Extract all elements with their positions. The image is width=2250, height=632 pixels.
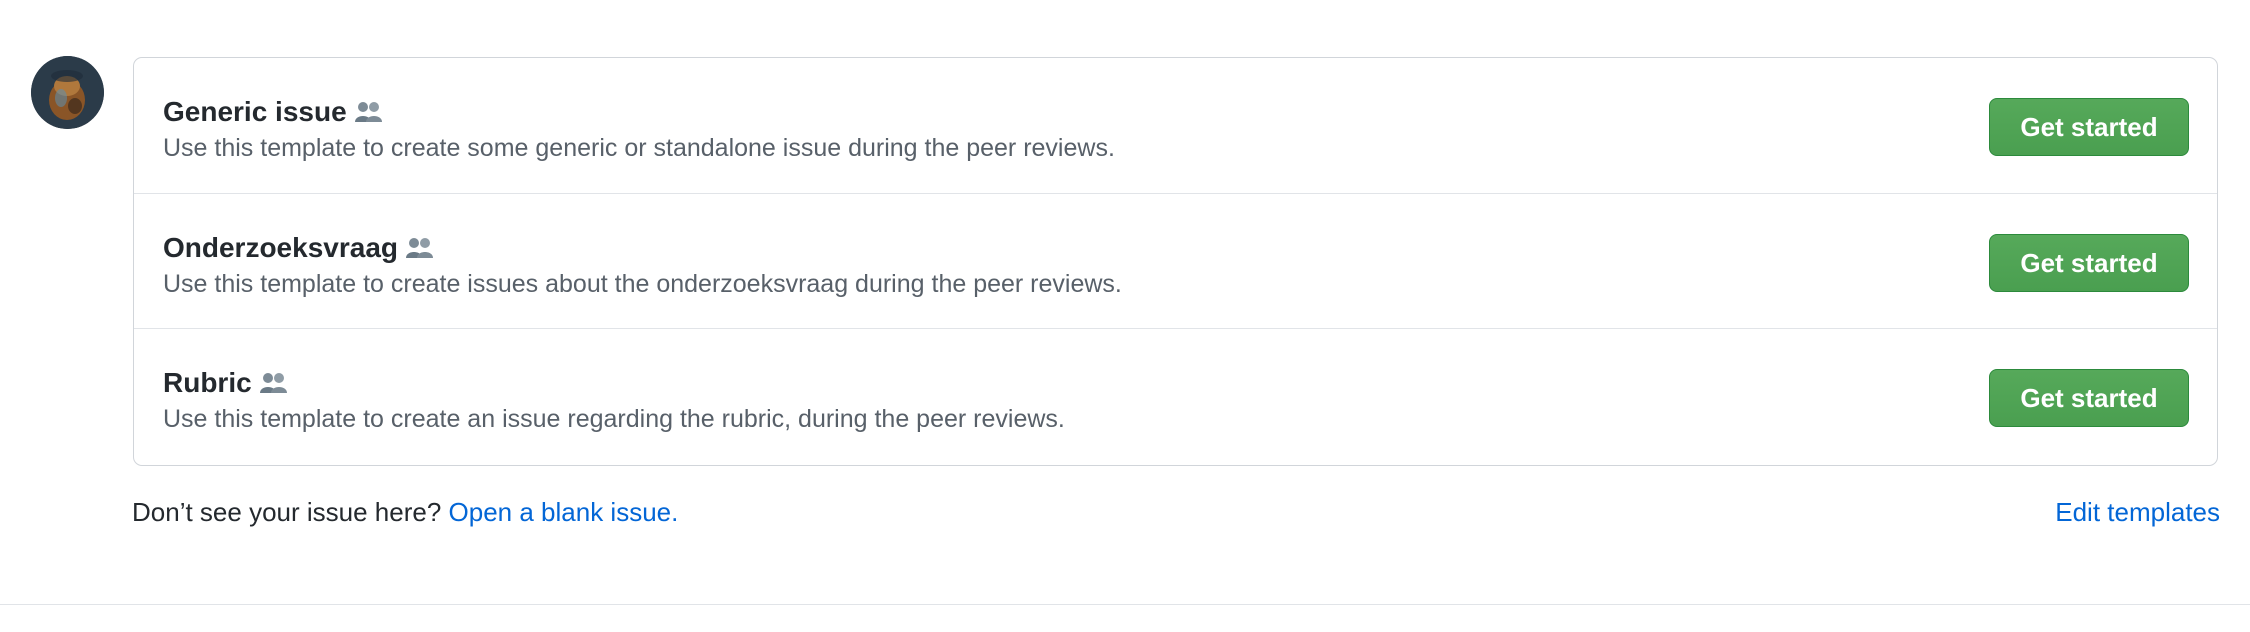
template-title-row: Rubric — [163, 365, 289, 404]
blank-issue-prompt: Don’t see your issue here? Open a blank … — [132, 495, 678, 529]
open-blank-issue-link[interactable]: Open a blank issue. — [449, 497, 679, 527]
get-started-button[interactable]: Get started — [1989, 98, 2189, 156]
template-row-rubric: Rubric Use this template to create an is… — [134, 328, 2217, 463]
issue-templates-list: Generic issue Use this template to creat… — [133, 57, 2218, 466]
avatar[interactable] — [31, 56, 104, 129]
template-description: Use this template to create an issue reg… — [163, 405, 1065, 433]
blank-issue-prompt-text: Don’t see your issue here? — [132, 497, 442, 527]
edit-templates-link[interactable]: Edit templates — [2055, 495, 2220, 529]
template-title-row: Onderzoeksvraag — [163, 230, 435, 269]
avatar-image — [31, 56, 104, 129]
get-started-button[interactable]: Get started — [1989, 369, 2189, 427]
template-description: Use this template to create some generic… — [163, 134, 1115, 162]
divider — [0, 604, 2250, 605]
template-row-generic-issue: Generic issue Use this template to creat… — [134, 58, 2217, 193]
people-icon — [405, 233, 435, 269]
template-title-row: Generic issue — [163, 94, 384, 133]
people-icon — [259, 368, 289, 404]
template-title: Onderzoeksvraag — [163, 232, 398, 263]
template-title: Rubric — [163, 367, 252, 398]
template-title: Generic issue — [163, 96, 347, 127]
template-description: Use this template to create issues about… — [163, 270, 1122, 298]
people-icon — [354, 97, 384, 133]
template-row-onderzoeksvraag: Onderzoeksvraag Use this template to cre… — [134, 193, 2217, 328]
get-started-button[interactable]: Get started — [1989, 234, 2189, 292]
